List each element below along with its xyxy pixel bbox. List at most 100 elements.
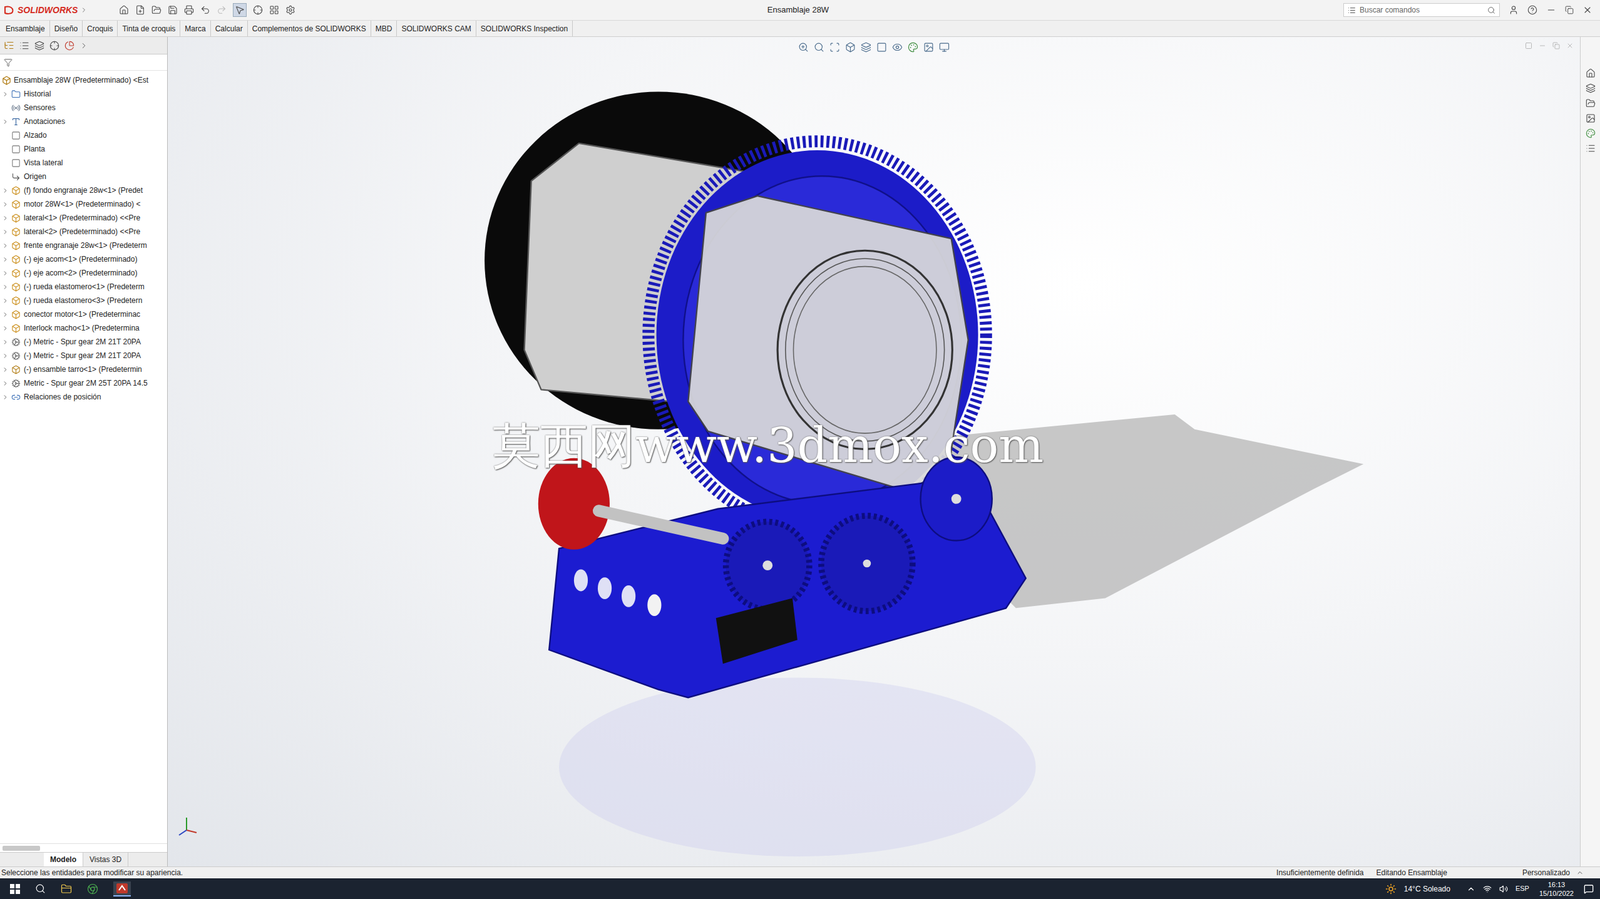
tree-item[interactable]: (-) eje acom<2> (Predeterminado) [0, 266, 168, 280]
expand-icon[interactable] [1, 90, 9, 98]
tree-item[interactable]: Origen [0, 169, 168, 184]
tree-item[interactable]: Relaciones de posición [0, 389, 168, 404]
chrome-icon[interactable] [87, 883, 99, 895]
expand-icon[interactable] [1, 242, 9, 250]
tree-item[interactable]: Planta [0, 142, 168, 156]
network-icon[interactable] [1482, 884, 1492, 894]
expand-icon[interactable] [1, 214, 9, 222]
tree-item[interactable]: Alzado [0, 128, 168, 143]
file-properties-icon[interactable] [269, 5, 280, 16]
weather[interactable]: 14°C Soleado [1404, 883, 1460, 895]
tree-item[interactable]: Anotaciones [0, 114, 168, 129]
panel-tab[interactable]: Vistas 3D [83, 852, 129, 867]
tree-item[interactable]: (-) eje acom<1> (Predeterminado) [0, 252, 168, 267]
property-manager-icon[interactable] [19, 40, 30, 51]
tree-item[interactable]: frente engranaje 28w<1> (Predeterm [0, 238, 168, 253]
filter-icon[interactable] [3, 58, 13, 67]
restore-icon[interactable] [1564, 5, 1574, 15]
tree-item[interactable]: lateral<2> (Predeterminado) <<Pre [0, 224, 168, 239]
tree-item[interactable]: Historial [0, 87, 168, 101]
expand-icon[interactable] [1, 269, 9, 277]
graphics-viewport[interactable]: 莫西网www.3dmox.com [167, 36, 1580, 867]
doc-restore-icon[interactable] [1552, 41, 1560, 50]
display-manager-icon[interactable] [64, 40, 75, 51]
notifications-icon[interactable] [1583, 883, 1594, 894]
resources-icon[interactable] [1585, 68, 1596, 79]
new-file-icon[interactable] [135, 5, 146, 16]
tray-arrow-icon[interactable] [1466, 884, 1476, 894]
view-settings-icon[interactable] [938, 41, 950, 53]
zoom-area-icon[interactable] [813, 41, 825, 53]
custom-properties-icon[interactable] [1585, 143, 1596, 154]
tree-root[interactable]: Ensamblaje 28W (Predeterminado) <Est [0, 73, 168, 88]
expand-icon[interactable] [1, 379, 9, 387]
expand-icon[interactable] [1, 338, 9, 346]
status-units[interactable]: Personalizado [1516, 866, 1577, 879]
logo[interactable]: SOLIDWORKS [3, 3, 113, 17]
print-icon[interactable] [184, 5, 195, 16]
units-menu-icon[interactable] [1576, 868, 1584, 877]
expand-icon[interactable] [1, 118, 9, 126]
file-explorer-icon[interactable] [1585, 98, 1596, 109]
view-palette-icon[interactable] [1585, 113, 1596, 124]
expand-icon[interactable] [1, 200, 9, 208]
configuration-icon[interactable] [34, 40, 45, 51]
tab[interactable]: Ensamblaje [1, 20, 51, 37]
search-field[interactable]: Buscar comandos [1343, 3, 1500, 17]
explorer-icon[interactable] [60, 883, 72, 895]
volume-icon[interactable] [1499, 884, 1508, 894]
tree-item[interactable]: Sensores [0, 100, 168, 115]
menu-arrow-icon[interactable] [80, 6, 88, 14]
hide-show-icon[interactable] [892, 41, 903, 53]
tab[interactable]: Calcular [210, 20, 248, 37]
split-view-icon[interactable] [1524, 41, 1533, 50]
dimxpert-icon[interactable] [49, 40, 60, 51]
previous-view-icon[interactable] [829, 41, 841, 53]
clock[interactable]: 16:1315/10/2022 [1536, 880, 1577, 898]
tree-item[interactable]: (-) ensamble tarro<1> (Predetermin [0, 362, 168, 377]
tree-item[interactable]: (-) rueda elastomero<3> (Predetern [0, 293, 168, 308]
panel-tab[interactable]: Modelo [43, 852, 84, 867]
doc-minimize-icon[interactable] [1538, 41, 1547, 50]
expand-icon[interactable] [1, 297, 9, 305]
more-tabs-icon[interactable] [79, 41, 89, 51]
close-icon[interactable] [1582, 5, 1593, 16]
tree-item[interactable]: lateral<1> (Predeterminado) <<Pre [0, 210, 168, 225]
tree-item[interactable]: Metric - Spur gear 2M 25T 20PA 14.5 [0, 376, 168, 390]
expand-icon[interactable] [1, 228, 9, 236]
minimize-icon[interactable] [1546, 5, 1557, 16]
appearances-icon[interactable] [1585, 128, 1596, 139]
tree-item[interactable]: (-) Metric - Spur gear 2M 21T 20PA [0, 334, 168, 349]
zoom-to-fit-icon[interactable] [798, 41, 809, 53]
options-icon[interactable] [285, 5, 296, 16]
save-icon[interactable] [167, 5, 178, 16]
expand-icon[interactable] [1, 311, 9, 318]
tree-item[interactable]: (-) rueda elastomero<1> (Predeterm [0, 279, 168, 294]
doc-close-icon[interactable] [1566, 41, 1574, 50]
design-library-icon[interactable] [1585, 83, 1596, 94]
display-style-icon[interactable] [876, 41, 888, 53]
horizontal-scrollbar[interactable] [0, 843, 168, 852]
expand-icon[interactable] [1, 187, 9, 195]
expand-icon[interactable] [1, 283, 9, 291]
tab[interactable]: SOLIDWORKS CAM [396, 20, 476, 37]
account-icon[interactable] [1508, 5, 1519, 16]
tab[interactable]: Diseño [50, 20, 83, 37]
appearance-icon[interactable] [907, 41, 919, 53]
tab[interactable]: Complementos de SOLIDWORKS [247, 20, 372, 37]
undo-icon[interactable] [200, 5, 211, 16]
feature-tree-icon[interactable] [3, 40, 15, 51]
tree-item[interactable]: Vista lateral [0, 155, 168, 170]
tree-item[interactable]: motor 28W<1> (Predeterminado) < [0, 197, 168, 211]
tab[interactable]: SOLIDWORKS Inspection [476, 20, 573, 37]
section-view-icon[interactable] [845, 41, 856, 53]
expand-icon[interactable] [1, 324, 9, 332]
help-icon[interactable] [1527, 5, 1538, 16]
tab[interactable]: Croquis [82, 20, 118, 37]
expand-icon[interactable] [1, 366, 9, 374]
tree-item[interactable]: Interlock macho<1> (Predetermina [0, 321, 168, 335]
tab[interactable]: Tinta de croquis [117, 20, 181, 37]
solidworks-app-icon[interactable] [116, 883, 128, 894]
search-icon[interactable] [1487, 6, 1496, 15]
tab[interactable]: MBD [371, 20, 398, 37]
